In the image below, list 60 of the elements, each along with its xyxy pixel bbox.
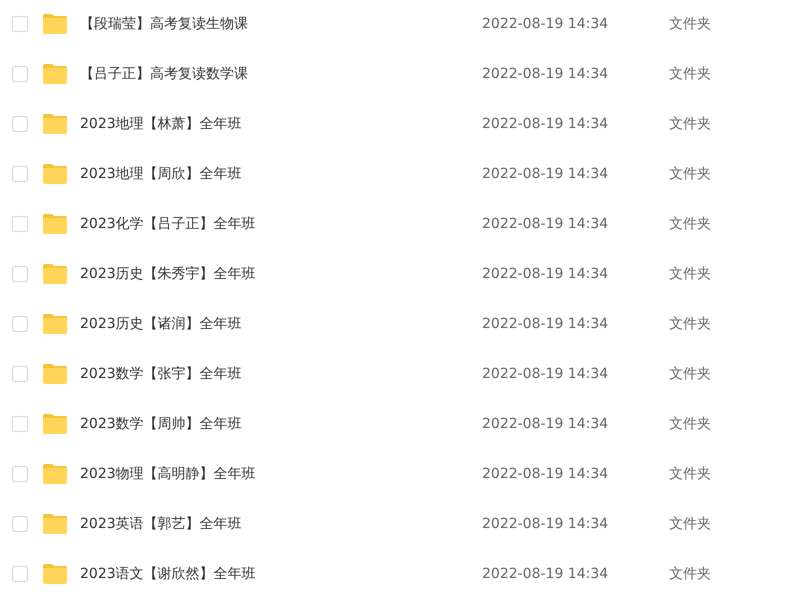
file-type: 文件夹 bbox=[669, 315, 711, 333]
file-type: 文件夹 bbox=[669, 465, 711, 483]
file-name[interactable]: 2023历史【朱秀宇】全年班 bbox=[80, 265, 482, 283]
file-type: 文件夹 bbox=[669, 115, 711, 133]
folder-icon bbox=[42, 414, 68, 434]
modified-date: 2022-08-19 14:34 bbox=[482, 266, 610, 282]
modified-date: 2022-08-19 14:34 bbox=[482, 166, 610, 182]
folder-icon bbox=[42, 114, 68, 134]
file-name[interactable]: 2023英语【郭艺】全年班 bbox=[80, 515, 482, 533]
file-name[interactable]: 2023地理【周欣】全年班 bbox=[80, 165, 482, 183]
checkbox[interactable] bbox=[12, 116, 28, 132]
folder-icon bbox=[42, 364, 68, 384]
file-type: 文件夹 bbox=[669, 265, 711, 283]
modified-date: 2022-08-19 14:34 bbox=[482, 316, 610, 332]
modified-date: 2022-08-19 14:34 bbox=[482, 566, 610, 582]
file-name[interactable]: 2023数学【张宇】全年班 bbox=[80, 365, 482, 383]
checkbox[interactable] bbox=[12, 566, 28, 582]
checkbox[interactable] bbox=[12, 16, 28, 32]
folder-icon bbox=[42, 164, 68, 184]
folder-icon bbox=[42, 264, 68, 284]
checkbox[interactable] bbox=[12, 366, 28, 382]
modified-date: 2022-08-19 14:34 bbox=[482, 466, 610, 482]
file-type: 文件夹 bbox=[669, 515, 711, 533]
file-type: 文件夹 bbox=[669, 215, 711, 233]
modified-date: 2022-08-19 14:34 bbox=[482, 416, 610, 432]
file-name[interactable]: 2023数学【周帅】全年班 bbox=[80, 415, 482, 433]
checkbox[interactable] bbox=[12, 166, 28, 182]
file-type: 文件夹 bbox=[669, 65, 711, 83]
checkbox[interactable] bbox=[12, 316, 28, 332]
checkbox[interactable] bbox=[12, 66, 28, 82]
modified-date: 2022-08-19 14:34 bbox=[482, 116, 610, 132]
modified-date: 2022-08-19 14:34 bbox=[482, 66, 610, 82]
checkbox[interactable] bbox=[12, 216, 28, 232]
file-type: 文件夹 bbox=[669, 15, 711, 33]
modified-date: 2022-08-19 14:34 bbox=[482, 16, 610, 32]
checkbox[interactable] bbox=[12, 416, 28, 432]
folder-icon bbox=[42, 564, 68, 584]
folder-icon bbox=[42, 514, 68, 534]
file-name[interactable]: 【吕子正】高考复读数学课 bbox=[80, 65, 482, 83]
file-name[interactable]: 2023地理【林萧】全年班 bbox=[80, 115, 482, 133]
modified-date: 2022-08-19 14:34 bbox=[482, 516, 610, 532]
file-name[interactable]: 2023化学【吕子正】全年班 bbox=[80, 215, 482, 233]
file-type: 文件夹 bbox=[669, 165, 711, 183]
checkbox[interactable] bbox=[12, 466, 28, 482]
checkbox[interactable] bbox=[12, 266, 28, 282]
file-name[interactable]: 2023物理【高明静】全年班 bbox=[80, 465, 482, 483]
folder-icon bbox=[42, 464, 68, 484]
folder-icon bbox=[42, 64, 68, 84]
folder-icon bbox=[42, 314, 68, 334]
folder-icon bbox=[42, 14, 68, 34]
modified-date: 2022-08-19 14:34 bbox=[482, 366, 610, 382]
file-type: 文件夹 bbox=[669, 565, 711, 583]
checkbox[interactable] bbox=[12, 516, 28, 532]
file-type: 文件夹 bbox=[669, 415, 711, 433]
file-name[interactable]: 【段瑞莹】高考复读生物课 bbox=[80, 15, 482, 33]
file-name[interactable]: 2023历史【诸润】全年班 bbox=[80, 315, 482, 333]
folder-icon bbox=[42, 214, 68, 234]
file-type: 文件夹 bbox=[669, 365, 711, 383]
modified-date: 2022-08-19 14:34 bbox=[482, 216, 610, 232]
file-name[interactable]: 2023语文【谢欣然】全年班 bbox=[80, 565, 482, 583]
